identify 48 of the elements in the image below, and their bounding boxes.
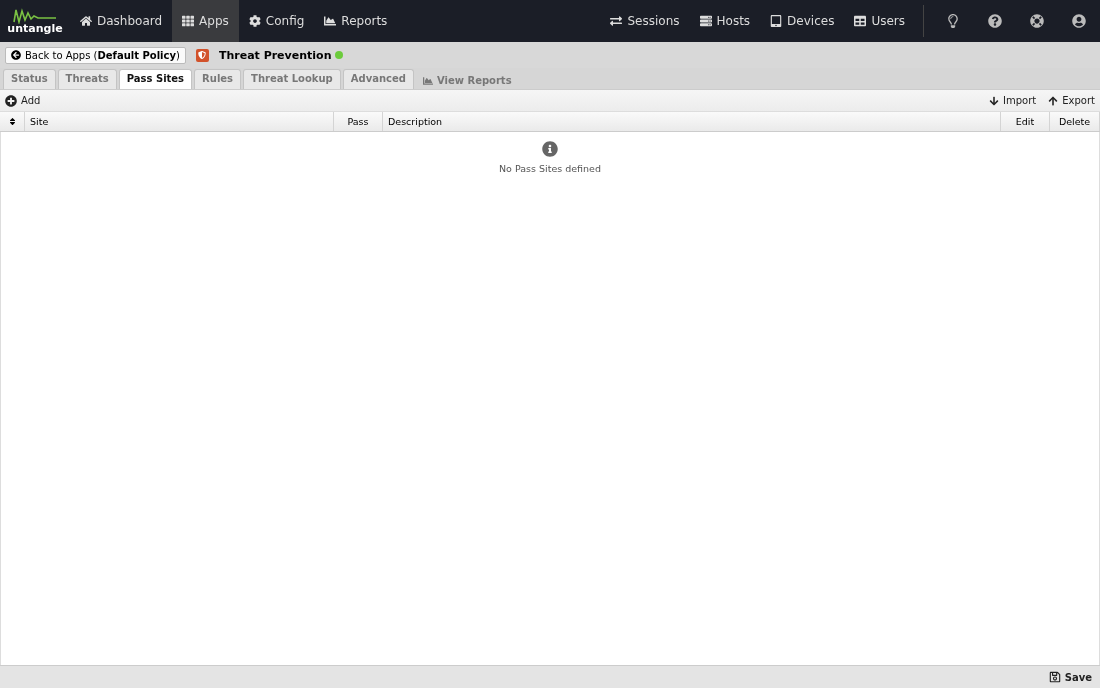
save-icon <box>1048 671 1061 683</box>
server-icon <box>699 15 712 27</box>
app-title: Threat Prevention <box>218 48 332 62</box>
tab[interactable]: Advanced <box>342 69 414 89</box>
back-button[interactable]: Back to Apps (Default Policy) <box>5 46 186 64</box>
tab[interactable]: Rules <box>194 69 242 89</box>
column-header[interactable]: Description <box>383 112 1001 131</box>
sort-icon <box>7 117 17 126</box>
shield-icon <box>195 48 209 62</box>
up-arrow-icon <box>1048 95 1059 106</box>
gear-icon <box>248 15 261 27</box>
column-header[interactable]: Pass <box>334 112 383 131</box>
import-button[interactable]: Import <box>989 95 1037 106</box>
column-header[interactable]: Delete <box>1050 112 1100 131</box>
help-icon <box>988 14 1002 28</box>
nav-link[interactable]: Users <box>844 0 915 42</box>
nav-link[interactable]: Apps <box>172 0 239 42</box>
tablet-icon <box>770 15 783 27</box>
column-header[interactable]: Site <box>25 112 334 131</box>
nav-link[interactable]: Config <box>238 0 315 42</box>
tab[interactable]: Pass Sites <box>118 69 193 89</box>
column-header[interactable]: Edit <box>1001 112 1050 131</box>
back-label: Back to Apps (Default Policy) <box>25 49 180 61</box>
nav-link[interactable]: Reports <box>314 0 398 42</box>
table-icon <box>854 15 867 27</box>
nav-link[interactable]: Devices <box>760 0 845 42</box>
down-arrow-icon <box>989 95 1000 106</box>
empty-message: No Pass Sites defined <box>499 163 601 174</box>
save-button[interactable]: Save <box>1048 671 1092 683</box>
add-button[interactable]: Add <box>5 94 41 107</box>
logo: untangle <box>0 0 70 42</box>
tab[interactable]: Status <box>3 69 56 89</box>
user-icon <box>1072 14 1086 28</box>
tab[interactable]: Threats <box>57 69 117 89</box>
home-icon <box>80 15 92 27</box>
lifebuoy-icon <box>1030 14 1044 28</box>
back-arrow-icon <box>11 50 21 60</box>
grid-icon <box>182 15 195 27</box>
export-button[interactable]: Export <box>1048 95 1095 106</box>
area-chart-icon <box>324 15 337 27</box>
lightbulb-icon <box>946 14 960 28</box>
nav-link[interactable]: Hosts <box>689 0 761 42</box>
nav-link[interactable]: Dashboard <box>70 0 173 42</box>
plus-icon <box>5 94 17 107</box>
nav-link[interactable]: Sessions <box>600 0 690 42</box>
area-chart-icon <box>422 75 433 86</box>
tab[interactable]: Threat Lookup <box>243 69 341 89</box>
info-icon <box>542 141 558 157</box>
